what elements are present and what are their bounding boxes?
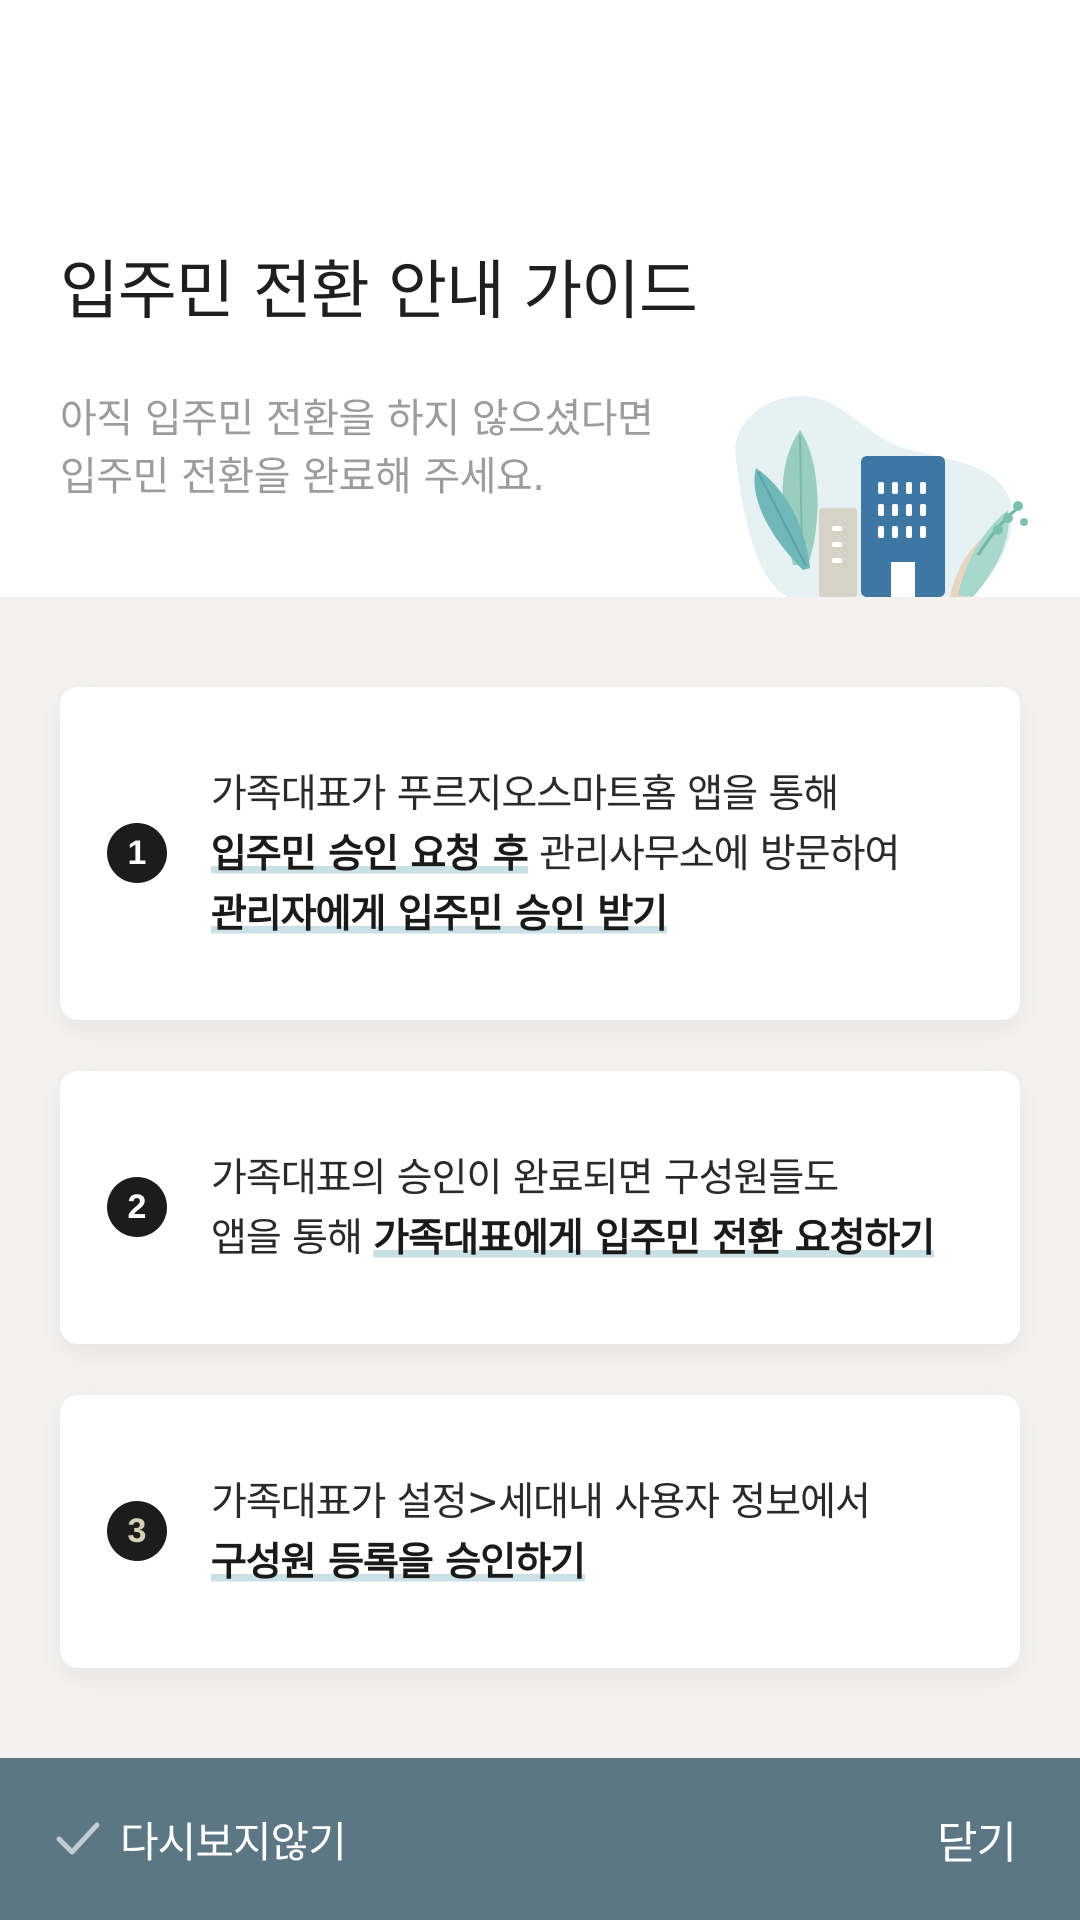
step-line: 구성원 등록을 승인하기 bbox=[211, 1533, 990, 1593]
step-line: 입주민 승인 요청 후 관리사무소에 방문하여 bbox=[211, 825, 990, 885]
step-line: 가족대표가 설정>세대내 사용자 정보에서 bbox=[211, 1480, 871, 1525]
bottom-bar: 다시보지않기 닫기 bbox=[0, 1758, 1080, 1920]
page-subtitle: 아직 입주민 전환을 하지 않으셨다면 입주민 전환을 완료해 주세요. bbox=[60, 390, 654, 506]
step-number-badge: 2 bbox=[107, 1177, 167, 1237]
step-text-segment: 관리사무소에 방문하여 bbox=[527, 832, 900, 877]
step-line: 가족대표가 푸르지오스마트홈 앱을 통해 bbox=[211, 772, 839, 817]
page-title: 입주민 전환 안내 가이드 bbox=[60, 255, 698, 329]
step-card-1: 1 가족대표가 푸르지오스마트홈 앱을 통해 입주민 승인 요청 후 관리사무소… bbox=[60, 687, 1020, 1020]
step-card-2: 2 가족대표의 승인이 완료되면 구성원들도 앱을 통해 가족대표에게 입주민 … bbox=[60, 1071, 1020, 1344]
step-line: 앱을 통해 가족대표에게 입주민 전환 요청하기 bbox=[211, 1209, 990, 1269]
check-icon bbox=[56, 1822, 100, 1855]
building-illustration-icon bbox=[735, 396, 1028, 597]
step-text: 가족대표가 푸르지오스마트홈 앱을 통해 입주민 승인 요청 후 관리사무소에 … bbox=[211, 765, 990, 945]
step-highlight: 가족대표에게 입주민 전환 요청하기 bbox=[373, 1216, 935, 1261]
step-highlight: 관리자에게 입주민 승인 받기 bbox=[211, 892, 668, 937]
subtitle-line-2: 입주민 전환을 완료해 주세요. bbox=[60, 454, 545, 500]
step-line: 관리자에게 입주민 승인 받기 bbox=[211, 885, 990, 945]
step-number-badge: 3 bbox=[107, 1501, 167, 1561]
subtitle-line-1: 아직 입주민 전환을 하지 않으셨다면 bbox=[60, 396, 654, 442]
step-card-3: 3 가족대표가 설정>세대내 사용자 정보에서 구성원 등록을 승인하기 bbox=[60, 1395, 1020, 1668]
dont-show-again-label: 다시보지않기 bbox=[120, 1817, 347, 1867]
steps-area: 1 가족대표가 푸르지오스마트홈 앱을 통해 입주민 승인 요청 후 관리사무소… bbox=[0, 597, 1080, 1758]
step-text: 가족대표가 설정>세대내 사용자 정보에서 구성원 등록을 승인하기 bbox=[211, 1473, 990, 1593]
dont-show-again-checkbox[interactable]: 다시보지않기 bbox=[56, 1758, 347, 1920]
step-text-segment: 앱을 통해 bbox=[211, 1216, 374, 1261]
step-text: 가족대표의 승인이 완료되면 구성원들도 앱을 통해 가족대표에게 입주민 전환… bbox=[211, 1149, 990, 1269]
guide-screen: 입주민 전환 안내 가이드 아직 입주민 전환을 하지 않으셨다면 입주민 전환… bbox=[0, 0, 1080, 1920]
step-highlight: 입주민 승인 요청 후 bbox=[211, 832, 529, 877]
close-button[interactable]: 닫기 bbox=[937, 1758, 1017, 1920]
step-number-badge: 1 bbox=[107, 823, 167, 883]
step-highlight: 구성원 등록을 승인하기 bbox=[211, 1540, 586, 1585]
step-line: 가족대표의 승인이 완료되면 구성원들도 bbox=[211, 1156, 839, 1201]
header: 입주민 전환 안내 가이드 아직 입주민 전환을 하지 않으셨다면 입주민 전환… bbox=[0, 0, 1080, 597]
